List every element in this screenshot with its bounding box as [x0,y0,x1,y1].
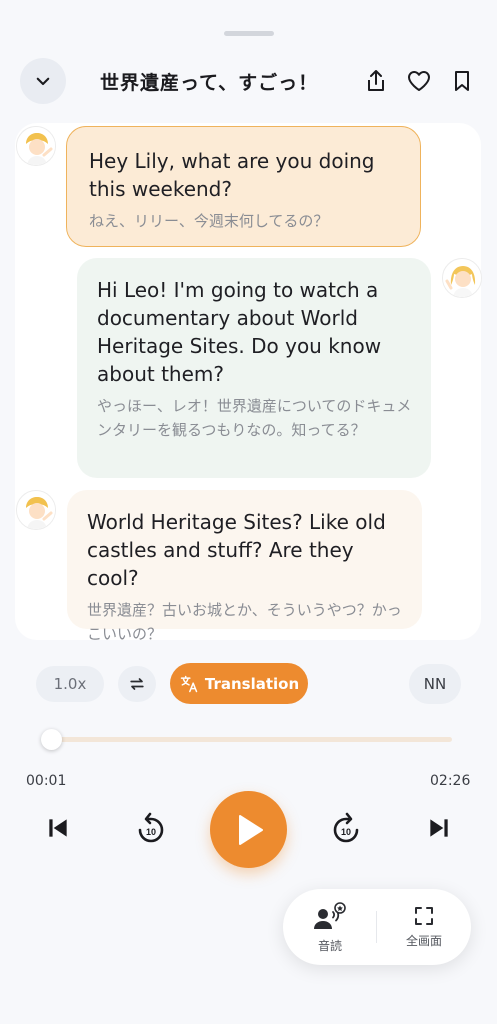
total-time: 02:26 [430,773,471,789]
bookmark-button[interactable] [448,67,476,95]
floating-action-panel: 音読 全画面 [283,889,471,965]
avatar-leo [16,490,56,530]
heart-icon [408,71,430,91]
page-title: 世界遺産って、すごっ！ [100,72,319,94]
bookmark-icon [455,71,469,91]
read-aloud-label: 音読 [317,938,342,953]
share-icon [368,70,384,91]
sheet-grabber[interactable] [224,31,274,36]
message-bubble-3[interactable]: World Heritage Sites? Like old castles a… [67,490,422,643]
translate-icon [180,675,198,692]
replay-10-icon: 10 [138,812,164,843]
skip-previous-icon [49,819,67,837]
skip-next-icon [430,819,448,837]
read-aloud-button[interactable]: 音読 [283,889,377,965]
message-text-en: Hi Leo! I'm going to watch a documentary… [97,278,382,386]
read-aloud-icon [314,901,346,929]
message-text-ja: 世界遺産？古いお城とか、そういうやつ？かっこいいの？ [87,601,402,643]
message-bubble-1[interactable]: Hey Lily, what are you doing this weeken… [66,126,421,247]
progress-thumb[interactable] [40,729,62,750]
favorite-button[interactable] [405,67,433,95]
forward-10-icon: 10 [333,812,359,843]
rewind-10-button[interactable]: 10 [132,809,170,847]
message-text-en: Hey Lily, what are you doing this weeken… [89,149,375,201]
play-icon [238,814,263,845]
message-text-ja: ねえ、リリー、今週末何してるの？ [89,212,329,230]
fullscreen-button[interactable]: 全画面 [377,889,471,965]
fullscreen-icon [415,906,433,925]
translation-toggle-button[interactable]: Translation [170,663,308,704]
avatar-lily [442,258,482,298]
share-button[interactable] [362,67,390,95]
message-text-ja: やっほー、レオ！世界遺産についてのドキュメンタリーを観るつもりなの。知ってる？ [97,397,412,439]
header: 世界遺産って、すごっ！ [0,58,497,106]
forward-seconds: 10 [341,827,351,837]
rewind-seconds: 10 [146,827,156,837]
forward-10-button[interactable]: 10 [327,809,365,847]
nn-button[interactable]: NN [409,664,461,704]
playback-speed-button[interactable]: 1.0x [36,666,104,702]
play-button[interactable] [210,791,287,868]
next-button[interactable] [423,812,455,844]
repeat-button[interactable] [118,666,156,702]
collapse-button[interactable] [20,58,66,104]
repeat-icon [130,678,144,690]
fullscreen-label: 全画面 [405,933,442,948]
message-bubble-2[interactable]: Hi Leo! I'm going to watch a documentary… [77,258,431,478]
translation-label: Translation [204,674,300,693]
avatar-leo [16,126,56,166]
progress-slider[interactable] [40,729,452,750]
chevron-down-icon [36,77,50,86]
current-time: 00:01 [26,773,67,789]
message-text-en: World Heritage Sites? Like old castles a… [87,510,386,590]
previous-button[interactable] [42,812,74,844]
